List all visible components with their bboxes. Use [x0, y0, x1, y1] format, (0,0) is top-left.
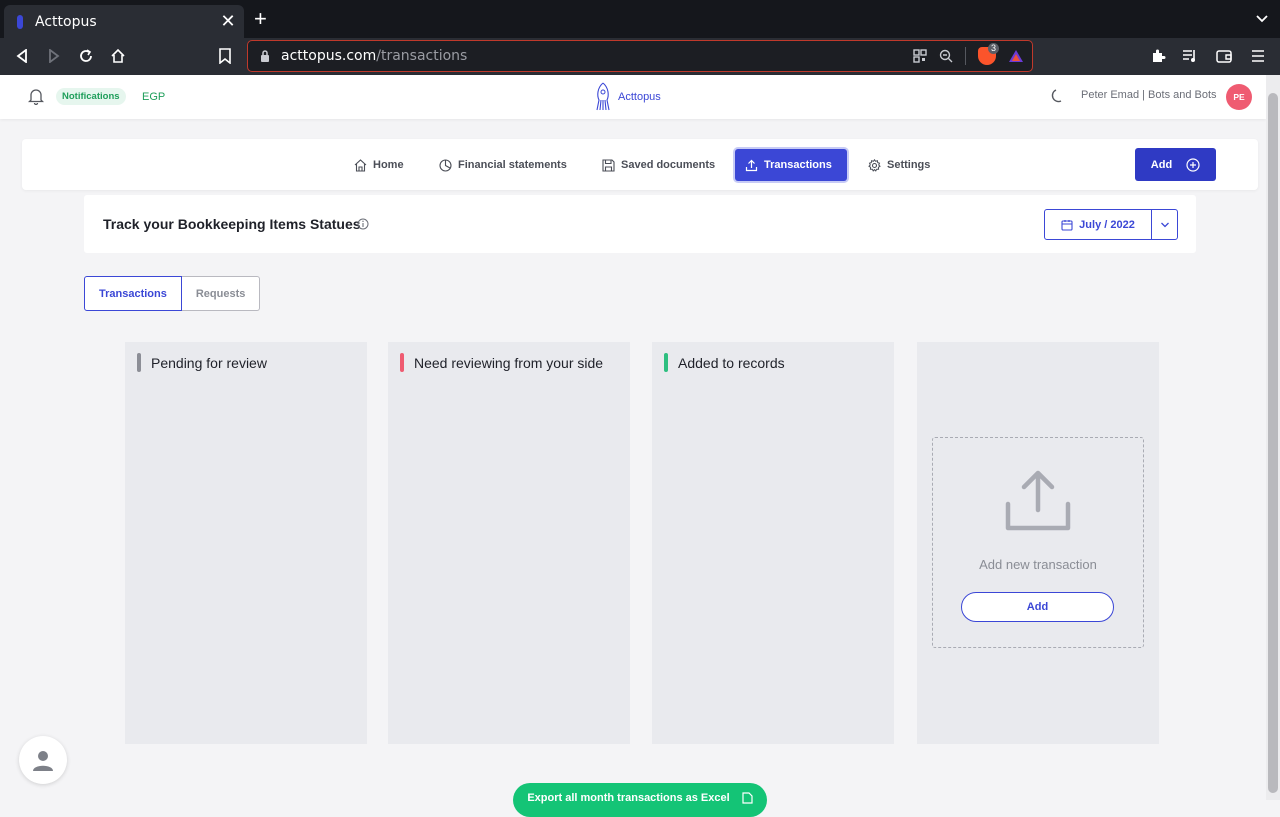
browser-tab-bar: Acttopus ✕ +	[0, 0, 1280, 38]
column-pending-review: Pending for review	[125, 342, 367, 744]
nav-label: Financial statements	[458, 159, 567, 171]
nav-label: Saved documents	[621, 159, 716, 171]
currency-label[interactable]: EGP	[142, 91, 165, 103]
brave-shield-icon[interactable]: 3	[978, 43, 1000, 65]
plus-circle-icon	[1186, 157, 1200, 172]
nav-financial-statements[interactable]: Financial statements	[429, 149, 577, 181]
octopus-logo-icon	[596, 82, 610, 111]
zoom-icon[interactable]	[939, 49, 953, 63]
add-button[interactable]: Add	[1135, 148, 1216, 181]
info-icon[interactable]	[357, 218, 369, 230]
lock-icon	[261, 50, 269, 62]
column-title: Need reviewing from your side	[414, 354, 604, 371]
avatar[interactable]: PE	[1226, 84, 1252, 110]
column-added-to-records: Added to records	[652, 342, 894, 744]
home-browser-icon[interactable]	[108, 46, 128, 66]
extensions-icon[interactable]	[1148, 46, 1168, 66]
add-transaction-button[interactable]: Add	[961, 592, 1114, 622]
brave-rewards-icon[interactable]	[1008, 49, 1024, 63]
user-name[interactable]: Peter Emad | Bots and Bots	[1081, 89, 1217, 101]
browser-tab[interactable]: Acttopus ✕	[4, 5, 244, 38]
back-icon[interactable]	[12, 46, 32, 66]
qr-code-icon[interactable]	[913, 49, 927, 63]
nav-label: Settings	[887, 159, 931, 171]
gear-icon	[868, 158, 881, 172]
save-icon	[602, 158, 615, 172]
wallet-icon[interactable]	[1214, 46, 1234, 66]
column-add-transaction: Add new transaction Add	[917, 342, 1159, 744]
column-header: Pending for review	[137, 353, 267, 372]
url-text: acttopus.com/transactions	[281, 48, 467, 64]
bookmark-icon[interactable]	[215, 46, 235, 66]
logo[interactable]: Acttopus	[594, 82, 661, 112]
divider	[965, 47, 966, 65]
nav-saved-documents[interactable]: Saved documents	[592, 149, 725, 181]
page-title: Track your Bookkeeping Items Statues	[103, 216, 361, 232]
upload-icon	[745, 159, 758, 171]
forward-icon[interactable]	[44, 46, 64, 66]
add-button-label: Add	[1150, 158, 1173, 171]
url-domain: acttopus.com	[281, 48, 377, 64]
favicon-icon	[17, 14, 23, 29]
close-tab-icon[interactable]: ✕	[216, 11, 240, 32]
chevron-down-icon[interactable]	[1256, 13, 1268, 25]
scrollbar-thumb[interactable]	[1268, 93, 1278, 793]
chevron-down-icon	[1160, 222, 1169, 227]
reload-icon[interactable]	[76, 46, 96, 66]
playlist-icon[interactable]	[1180, 46, 1200, 66]
file-icon	[742, 792, 753, 804]
upload-text: Add new transaction	[979, 557, 1097, 572]
month-picker-toggle[interactable]	[1152, 210, 1177, 239]
main-nav: Home Financial statements Saved document…	[22, 139, 1258, 190]
user-icon	[33, 751, 53, 771]
pie-chart-icon	[439, 158, 452, 172]
month-picker[interactable]: July / 2022	[1044, 209, 1178, 240]
url-path: /transactions	[376, 48, 468, 64]
status-bar	[400, 353, 404, 372]
tab-requests[interactable]: Requests	[181, 276, 261, 311]
nav-label: Home	[373, 159, 404, 171]
dark-mode-icon[interactable]	[1050, 88, 1066, 104]
browser-toolbar: acttopus.com/transactions 3	[0, 38, 1280, 75]
column-header: Need reviewing from your side	[400, 353, 603, 372]
nav-home[interactable]: Home	[344, 149, 414, 181]
bell-icon[interactable]	[28, 88, 44, 105]
nav-settings[interactable]: Settings	[858, 149, 940, 181]
export-excel-button[interactable]: Export all month transactions as Excel	[513, 783, 767, 817]
address-bar[interactable]: acttopus.com/transactions 3	[247, 40, 1033, 72]
month-picker-value[interactable]: July / 2022	[1045, 210, 1152, 239]
month-label: July / 2022	[1079, 218, 1135, 231]
tab-transactions[interactable]: Transactions	[84, 276, 182, 311]
status-bar	[664, 353, 668, 372]
logo-text: Acttopus	[618, 91, 661, 103]
column-header: Added to records	[664, 353, 785, 372]
app-header: Notifications EGP Acttopus Peter Emad | …	[0, 75, 1266, 119]
home-icon	[354, 158, 367, 172]
menu-icon[interactable]	[1248, 46, 1268, 66]
upload-dropzone[interactable]: Add new transaction Add	[932, 437, 1144, 648]
tab-title: Acttopus	[35, 13, 97, 30]
nav-label: Transactions	[764, 159, 832, 171]
track-card: Track your Bookkeeping Items Statues Jul…	[84, 195, 1196, 253]
upload-icon	[1005, 470, 1071, 531]
status-bar	[137, 353, 141, 372]
notifications-badge[interactable]: Notifications	[56, 88, 126, 105]
column-title: Pending for review	[151, 354, 267, 371]
column-need-review: Need reviewing from your side	[388, 342, 630, 744]
scrollbar[interactable]	[1266, 75, 1280, 800]
new-tab-icon[interactable]: +	[254, 8, 267, 30]
chat-button[interactable]	[19, 736, 67, 784]
nav-transactions[interactable]: Transactions	[735, 149, 847, 181]
export-label: Export all month transactions as Excel	[527, 792, 730, 804]
calendar-icon	[1061, 219, 1073, 231]
column-title: Added to records	[678, 354, 785, 371]
shield-count: 3	[988, 43, 1000, 54]
view-toggle: Transactions Requests	[84, 276, 261, 311]
